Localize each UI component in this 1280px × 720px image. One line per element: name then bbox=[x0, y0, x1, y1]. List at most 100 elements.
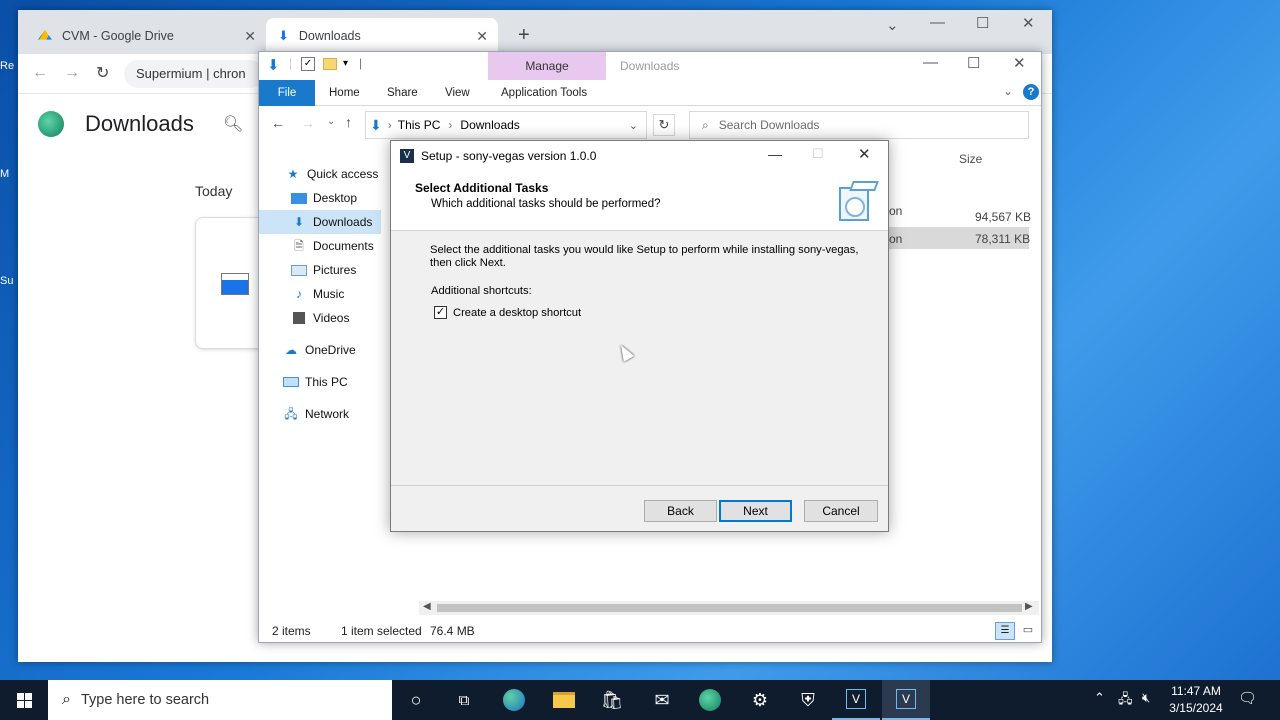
sidebar-item-label: Documents bbox=[313, 239, 374, 253]
sidebar-item-label: OneDrive bbox=[305, 343, 356, 357]
help-icon[interactable]: ? bbox=[1023, 84, 1039, 100]
sidebar-item-this-pc[interactable]: This PC bbox=[259, 370, 381, 394]
taskbar: ⌕ Type here to search ○ ⧉ 🛍︎ ✉ ⚙ ⛨ V V ⌃… bbox=[0, 680, 1280, 720]
next-button[interactable]: Next bbox=[719, 500, 792, 522]
desktop-icon-stub[interactable]: Re bbox=[0, 60, 18, 90]
properties-icon[interactable]: ✓ bbox=[301, 57, 315, 71]
expand-ribbon-icon[interactable]: ⌄ bbox=[1003, 84, 1013, 98]
back-arrow-icon[interactable]: ← bbox=[271, 115, 285, 131]
supermium-icon[interactable] bbox=[686, 680, 734, 720]
search-input[interactable]: ⌕ Search Downloads bbox=[689, 111, 1029, 139]
minimize-icon[interactable]: — bbox=[930, 14, 945, 31]
manage-context-tab[interactable]: Manage bbox=[488, 52, 606, 80]
network-status-icon[interactable]: 🖧︎ bbox=[1118, 690, 1133, 712]
sidebar-item-downloads[interactable]: ⬇ Downloads bbox=[259, 210, 381, 234]
breadcrumb-chevron-icon: › bbox=[387, 118, 392, 132]
tab-downloads[interactable]: ⬇ Downloads ✕ bbox=[266, 18, 498, 54]
show-hidden-icons-chevron-icon[interactable]: ⌃ bbox=[1094, 690, 1105, 706]
sidebar-item-pictures[interactable]: Pictures bbox=[259, 258, 381, 282]
close-icon[interactable]: ✕ bbox=[858, 145, 871, 163]
forward-arrow-icon[interactable]: → bbox=[64, 64, 80, 82]
sidebar-item-documents[interactable]: 🗎︎ Documents bbox=[259, 234, 381, 258]
refresh-icon[interactable]: ↻ bbox=[653, 114, 675, 136]
sidebar-item-label: Pictures bbox=[313, 263, 357, 277]
clock-date[interactable]: 3/15/2024 bbox=[1166, 701, 1226, 715]
details-view-icon[interactable]: ☰ bbox=[995, 622, 1015, 640]
scroll-right-icon[interactable]: ▶ bbox=[1025, 601, 1033, 612]
vegas-setup-active-icon[interactable]: V bbox=[882, 680, 930, 720]
start-button[interactable] bbox=[0, 680, 48, 720]
back-arrow-icon[interactable]: ← bbox=[32, 64, 48, 82]
dialog-heading: Select Additional Tasks bbox=[415, 181, 549, 195]
maximize-icon[interactable]: ☐ bbox=[967, 54, 980, 72]
close-tab-icon[interactable]: ✕ bbox=[244, 28, 256, 45]
tab-google-drive[interactable]: CVM - Google Drive ✕ bbox=[26, 18, 266, 54]
sidebar-item-onedrive[interactable]: ☁ OneDrive bbox=[259, 338, 381, 362]
recent-locations-icon[interactable]: ⌄ bbox=[327, 116, 335, 127]
breadcrumb-this-pc[interactable]: This PC bbox=[398, 118, 441, 132]
horizontal-scrollbar[interactable]: ◀ ▶ bbox=[419, 601, 1039, 615]
large-icons-view-icon[interactable]: ▭ bbox=[1019, 622, 1037, 640]
minimize-icon[interactable]: — bbox=[768, 146, 782, 162]
sidebar-item-desktop[interactable]: Desktop bbox=[259, 186, 381, 210]
download-icon: ⬇ bbox=[278, 28, 289, 43]
sidebar-item-music[interactable]: ♪ Music bbox=[259, 282, 381, 306]
computer-icon bbox=[283, 377, 299, 387]
sidebar-item-label: Network bbox=[305, 407, 350, 421]
minimize-icon[interactable]: — bbox=[923, 54, 938, 71]
checkbox-checked-icon[interactable]: ✓ bbox=[434, 306, 447, 319]
sidebar-item-label: Music bbox=[313, 287, 345, 301]
address-bar[interactable]: ⬇ › This PC › Downloads ⌄ bbox=[365, 111, 647, 139]
desktop-shortcut-option[interactable]: ✓ Create a desktop shortcut bbox=[434, 306, 581, 319]
close-icon[interactable]: ✕ bbox=[1013, 54, 1026, 72]
google-drive-icon bbox=[38, 30, 52, 40]
address-dropdown-icon[interactable]: ⌄ bbox=[629, 119, 638, 132]
back-button[interactable]: Back bbox=[644, 500, 717, 522]
cancel-button[interactable]: Cancel bbox=[804, 500, 878, 522]
sidebar-item-videos[interactable]: Videos bbox=[259, 306, 381, 330]
desktop-icon-stub[interactable]: Su bbox=[0, 275, 18, 305]
clock-time[interactable]: 11:47 AM bbox=[1168, 684, 1224, 698]
breadcrumb-downloads[interactable]: Downloads bbox=[460, 118, 519, 132]
close-tab-icon[interactable]: ✕ bbox=[476, 28, 488, 45]
tab-share[interactable]: Share bbox=[379, 80, 426, 106]
tab-home[interactable]: Home bbox=[321, 80, 368, 106]
settings-gear-icon[interactable]: ⚙ bbox=[736, 680, 784, 720]
taskbar-search-box[interactable]: ⌕ Type here to search bbox=[48, 680, 392, 720]
volume-muted-icon[interactable]: 🔇︎ bbox=[1142, 690, 1150, 706]
address-bar[interactable]: Supermium | chron bbox=[124, 60, 264, 88]
up-arrow-icon[interactable]: ↑ bbox=[345, 114, 352, 130]
tab-view[interactable]: View bbox=[437, 80, 478, 106]
sidebar-item-label: Videos bbox=[313, 311, 350, 325]
edge-icon[interactable] bbox=[490, 680, 538, 720]
desktop-icon-stub[interactable]: M bbox=[0, 168, 18, 198]
column-header-size[interactable]: Size bbox=[959, 152, 982, 166]
file-type-cell: on bbox=[889, 204, 903, 218]
tab-application-tools[interactable]: Application Tools bbox=[493, 80, 595, 106]
store-icon[interactable]: 🛍︎ bbox=[588, 680, 636, 720]
new-tab-button[interactable]: + bbox=[518, 24, 530, 47]
new-folder-icon[interactable] bbox=[323, 58, 337, 70]
sidebar-item-quick-access[interactable]: ★ Quick access bbox=[259, 162, 381, 186]
tab-file[interactable]: File bbox=[259, 80, 315, 106]
vegas-setup-taskbar-icon[interactable]: V bbox=[832, 680, 880, 720]
scrollbar-thumb[interactable] bbox=[437, 604, 1022, 612]
sidebar-item-network[interactable]: 🖧︎ Network bbox=[259, 402, 381, 426]
cortana-icon[interactable]: ○ bbox=[392, 680, 440, 720]
setup-dialog: V Setup - sony-vegas version 1.0.0 — ☐ ✕… bbox=[390, 140, 889, 532]
scroll-left-icon[interactable]: ◀ bbox=[423, 601, 431, 612]
notifications-icon[interactable]: 🗨︎ bbox=[1238, 689, 1257, 707]
forward-arrow-icon[interactable]: → bbox=[301, 115, 315, 131]
task-view-icon[interactable]: ⧉ bbox=[440, 680, 488, 720]
file-explorer-icon[interactable] bbox=[540, 680, 588, 720]
mail-icon[interactable]: ✉ bbox=[638, 680, 686, 720]
file-size-cell: 94,567 KB bbox=[975, 210, 1032, 224]
search-icon[interactable]: 🔍︎ bbox=[223, 114, 243, 134]
close-icon[interactable]: ✕ bbox=[1022, 14, 1035, 32]
customize-dropdown-icon[interactable]: ▾ bbox=[343, 58, 348, 69]
maximize-icon[interactable]: ☐ bbox=[976, 14, 989, 32]
security-shield-icon[interactable]: ⛨ bbox=[784, 680, 832, 720]
ribbon-tabs: File Home Share View Application Tools ⌄… bbox=[259, 80, 1041, 106]
tab-search-icon[interactable]: ⌄ bbox=[886, 16, 899, 34]
reload-icon[interactable]: ↻ bbox=[96, 63, 109, 83]
